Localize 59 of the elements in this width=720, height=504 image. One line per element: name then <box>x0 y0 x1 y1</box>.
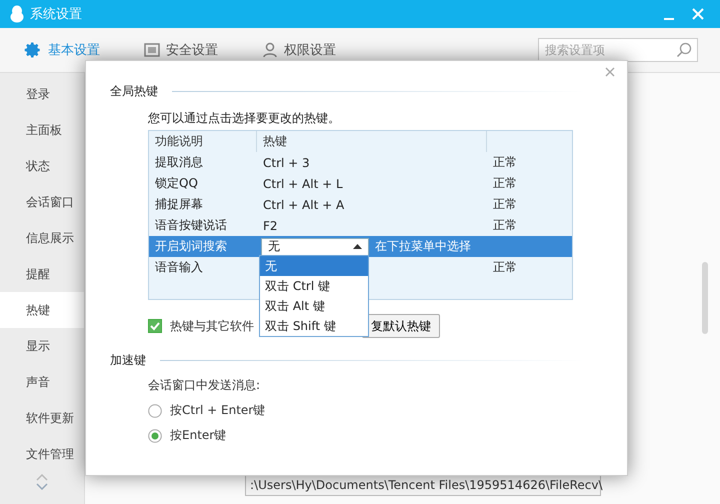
settings-tab[interactable]: 安全设置 <box>142 37 220 63</box>
table-cell[interactable]: 开启划词搜索 <box>149 236 257 257</box>
sidebar-item[interactable]: 显示 <box>0 328 84 364</box>
scrollbar[interactable] <box>702 262 708 334</box>
scroll-up-icon[interactable] <box>36 474 48 481</box>
sidebar-item[interactable]: 登录 <box>0 76 84 112</box>
sidebar-item[interactable]: 文件管理 <box>0 436 84 472</box>
table-cell-text: Ctrl + Alt + L <box>262 176 344 192</box>
screen-icon <box>144 42 160 58</box>
table-cell[interactable]: 捕捉屏幕 <box>149 194 257 215</box>
sidebar-item[interactable]: 提醒 <box>0 256 84 292</box>
scroll-down-icon[interactable] <box>36 483 48 490</box>
checkbox-label: 热键与其它软件 <box>170 318 254 334</box>
sidebar-item[interactable]: 会话窗口 <box>0 184 84 220</box>
restore-defaults-button[interactable]: 复默认热键 <box>362 314 440 338</box>
sidebar-item[interactable]: 状态 <box>0 148 84 184</box>
table-cell[interactable]: 锁定QQ <box>149 173 257 194</box>
sidebar-item[interactable]: 热键 <box>0 292 84 328</box>
dropdown-option[interactable]: 无 <box>260 256 368 276</box>
table-cell-text: Ctrl + Alt + A <box>262 196 346 214</box>
caret-icon <box>353 244 362 249</box>
penguin-icon <box>10 5 24 23</box>
hint-text: 在下拉菜单中选择 <box>375 238 471 255</box>
checkbox[interactable] <box>148 319 162 333</box>
search-field[interactable]: 搜索设置项 <box>538 38 698 62</box>
radio-label: 按Ctrl + Enter键 <box>170 402 266 419</box>
hint-text: 您可以通过点击选择要更改的热键。 <box>148 110 341 127</box>
section-title: 全局热键 <box>110 83 158 100</box>
sidebar-item[interactable]: 软件更新 <box>0 400 84 436</box>
settings-icon <box>24 41 42 59</box>
table-cell-text: Ctrl + 3 <box>262 154 311 172</box>
table-cell-text: 正常 <box>492 154 518 171</box>
radio-button[interactable] <box>148 428 162 442</box>
path-field[interactable]: :\Users\Hy\Documents\Tencent Files\1959514626\FileRecv\ <box>245 474 601 496</box>
field-label: 会话窗口中发送消息: <box>148 377 262 394</box>
radio-button[interactable] <box>148 404 162 418</box>
table-cell-text: 正常 <box>492 259 518 276</box>
settings-tab[interactable]: 权限设置 <box>260 37 338 63</box>
window-title: 系统设置 <box>30 6 83 23</box>
hotkey-dropdown[interactable]: 无 <box>261 238 369 256</box>
column-header[interactable]: 热键 <box>257 131 487 152</box>
column-header[interactable]: 功能说明 <box>149 131 257 152</box>
close-icon <box>605 67 615 77</box>
search-icon <box>676 42 692 58</box>
table-cell[interactable]: 提取消息 <box>149 152 257 173</box>
minimize-icon <box>664 18 674 20</box>
section-title: 加速键 <box>110 352 146 369</box>
sidebar-item[interactable]: 信息展示 <box>0 220 84 256</box>
table-cell-text: 正常 <box>492 217 518 234</box>
table-cell[interactable]: 语音输入 <box>149 257 257 278</box>
radio-label: 按Enter键 <box>170 427 226 444</box>
sidebar-item[interactable]: 声音 <box>0 364 84 400</box>
sidebar-item[interactable]: 主面板 <box>0 112 84 148</box>
user-icon <box>262 42 278 58</box>
table-cell-text: F2 <box>262 218 279 234</box>
table-cell-text: 正常 <box>492 175 518 192</box>
table-cell[interactable]: 语音按键说话 <box>149 215 257 236</box>
close-icon <box>692 8 704 20</box>
table-cell-text: 正常 <box>492 196 518 213</box>
